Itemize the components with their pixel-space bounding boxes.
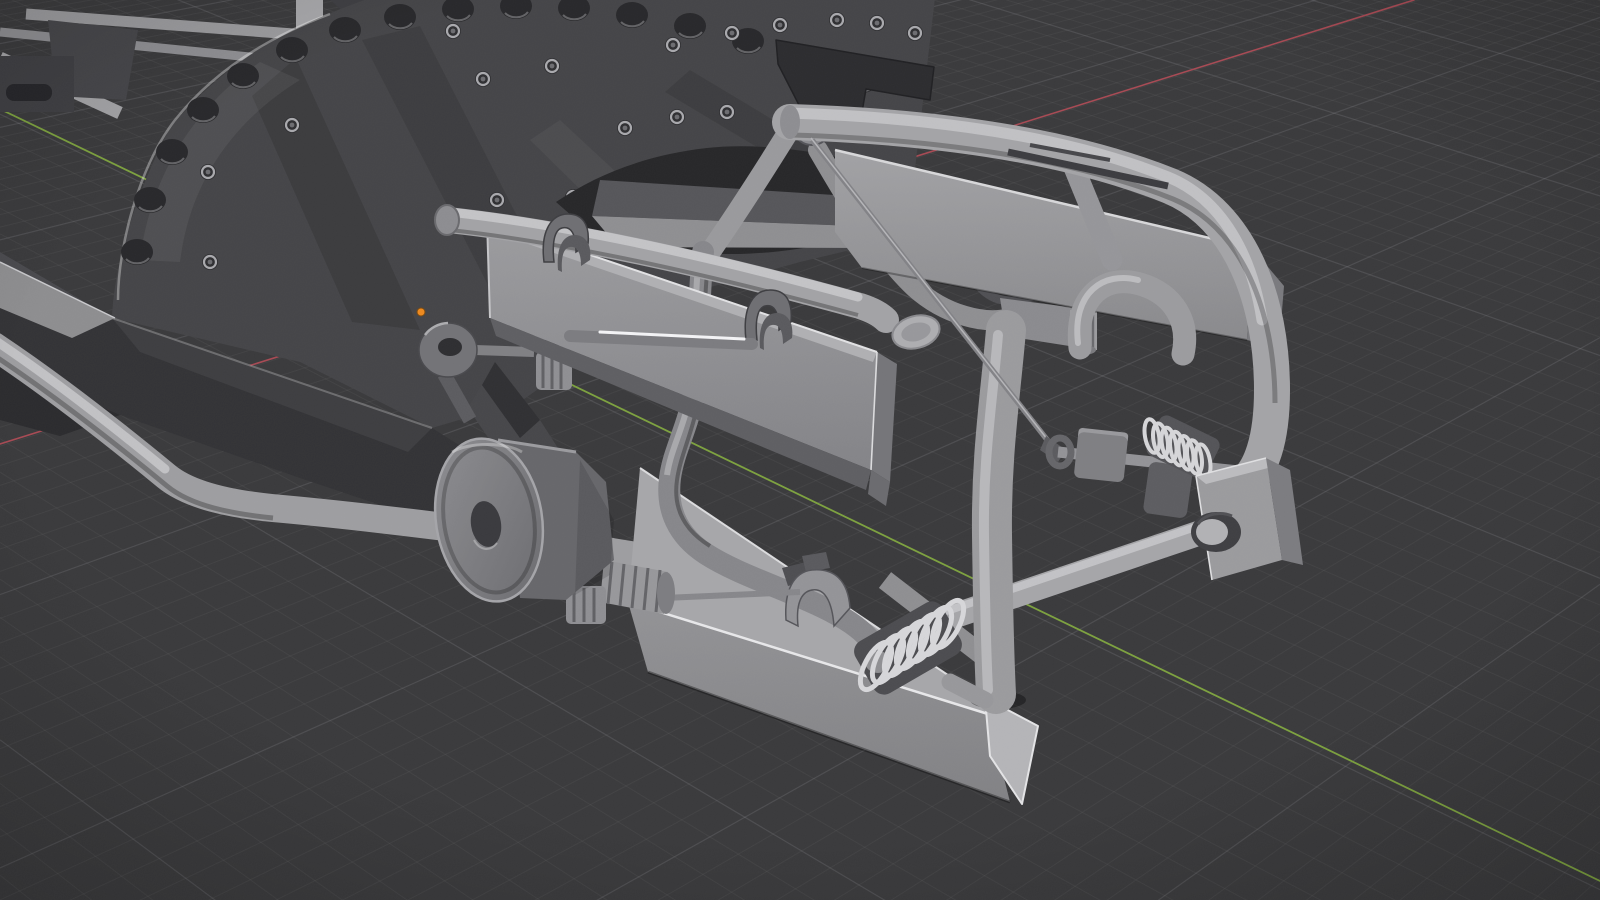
viewport-window bbox=[0, 0, 1600, 900]
film-grain-overlay bbox=[0, 0, 1600, 900]
3d-viewport-canvas[interactable] bbox=[0, 0, 1600, 900]
